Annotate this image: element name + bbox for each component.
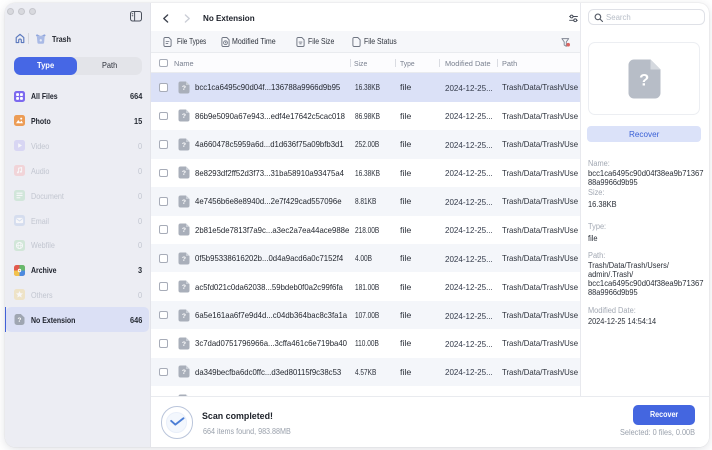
svg-text:?: ? <box>182 370 186 377</box>
svg-text:?: ? <box>182 170 186 177</box>
svg-text:?: ? <box>639 72 649 90</box>
svg-text:?: ? <box>182 199 186 206</box>
svg-text:?: ? <box>182 142 186 149</box>
svg-text:?: ? <box>182 114 186 121</box>
svg-text:?: ? <box>182 85 186 92</box>
svg-text:?: ? <box>17 317 21 324</box>
svg-text:?: ? <box>182 256 186 263</box>
svg-text:?: ? <box>182 284 186 291</box>
svg-text:?: ? <box>182 313 186 320</box>
svg-text:?: ? <box>182 341 186 348</box>
svg-text:?: ? <box>182 227 186 234</box>
